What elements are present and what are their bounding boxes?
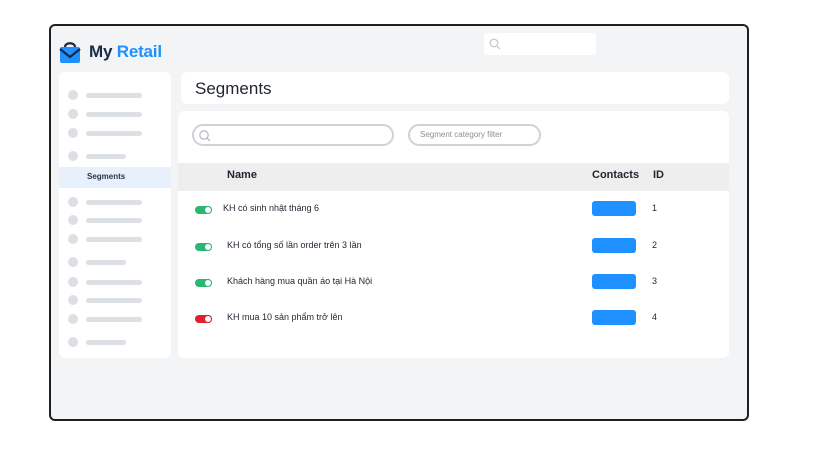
segment-name: KH mua 10 sản phẩm trở lên [227, 312, 343, 322]
sidebar-item-placeholder [86, 340, 126, 345]
contacts-count-bar [592, 310, 636, 325]
table-row[interactable]: KH có tổng số lần order trên 3 lần 2 [178, 236, 729, 258]
sidebar-item-icon [68, 337, 78, 347]
contacts-count-bar [592, 201, 636, 216]
segment-search-input[interactable] [192, 124, 394, 146]
status-toggle[interactable] [195, 206, 212, 214]
status-toggle[interactable] [195, 243, 212, 251]
sidebar-item-icon [68, 109, 78, 119]
sidebar-item-icon [68, 277, 78, 287]
table-row[interactable]: Khách hàng mua quần áo tại Hà Nội 3 [178, 272, 729, 294]
segment-name: Khách hàng mua quần áo tại Hà Nội [227, 276, 373, 286]
toggle-knob [204, 279, 212, 287]
sidebar-item[interactable] [59, 252, 171, 272]
sidebar-item-segments[interactable]: Segments [59, 167, 171, 188]
page-title: Segments [195, 79, 272, 98]
segment-id: 1 [652, 203, 658, 213]
sidebar-item-icon [68, 197, 78, 207]
sidebar-item-placeholder [86, 218, 142, 223]
filter-placeholder: Segment category filter [420, 130, 503, 139]
table-row[interactable]: KH mua 10 sản phẩm trở lên 4 [178, 308, 729, 330]
sidebar-item-icon [68, 234, 78, 244]
segment-id: 4 [652, 312, 658, 322]
toggle-knob [204, 315, 212, 323]
brand-retail: Retail [116, 42, 162, 61]
search-icon [199, 130, 211, 142]
sidebar-item-label: Segments [87, 172, 126, 181]
segment-id: 3 [652, 276, 658, 286]
sidebar-item[interactable] [59, 123, 171, 143]
sidebar-item-placeholder [86, 200, 142, 205]
toggle-knob [204, 243, 212, 251]
page-header: Segments [181, 72, 729, 104]
column-header-id[interactable]: ID [653, 169, 664, 181]
sidebar-item-placeholder [86, 112, 142, 117]
global-search-input[interactable] [484, 33, 596, 55]
sidebar-item-icon [68, 90, 78, 100]
sidebar-item[interactable] [59, 290, 171, 310]
table-row[interactable]: KH có sinh nhật tháng 6 1 [178, 199, 729, 221]
toggle-knob [204, 206, 212, 214]
segment-id: 2 [652, 240, 658, 250]
sidebar-item[interactable] [59, 192, 171, 212]
sidebar-item-placeholder [86, 260, 126, 265]
app-name: My Retail [89, 42, 162, 62]
segment-name: KH có sinh nhật tháng 6 [223, 203, 320, 213]
sidebar-item-icon [68, 128, 78, 138]
table-header: Name Contacts ID [178, 163, 729, 191]
sidebar-item-placeholder [86, 237, 142, 242]
segment-category-filter[interactable]: Segment category filter [408, 124, 541, 146]
shopping-bag-icon [59, 42, 81, 63]
sidebar-item[interactable] [59, 85, 171, 105]
status-toggle[interactable] [195, 279, 212, 287]
column-header-contacts[interactable]: Contacts [592, 169, 639, 181]
sidebar-item[interactable] [59, 229, 171, 249]
sidebar-item[interactable] [59, 272, 171, 292]
sidebar-item-icon [68, 257, 78, 267]
sidebar-item-placeholder [86, 154, 126, 159]
status-toggle[interactable] [195, 315, 212, 323]
sidebar-item-icon [68, 295, 78, 305]
sidebar-item[interactable] [59, 309, 171, 329]
sidebar-item-icon [68, 215, 78, 225]
app-logo[interactable]: My Retail [59, 40, 162, 64]
sidebar-item-placeholder [86, 93, 142, 98]
sidebar-item-icon [68, 314, 78, 324]
column-header-name[interactable]: Name [227, 169, 257, 181]
brand-my: My [89, 42, 113, 61]
sidebar-item[interactable] [59, 146, 171, 166]
sidebar-item[interactable] [59, 104, 171, 124]
sidebar-item-placeholder [86, 317, 142, 322]
sidebar: Segments [59, 72, 171, 358]
sidebar-item-placeholder [86, 298, 142, 303]
search-icon [489, 38, 501, 50]
sidebar-item-placeholder [86, 280, 142, 285]
contacts-count-bar [592, 274, 636, 289]
sidebar-item[interactable] [59, 332, 171, 352]
sidebar-item-icon [68, 151, 78, 161]
segment-name: KH có tổng số lần order trên 3 lần [227, 240, 362, 250]
contacts-count-bar [592, 238, 636, 253]
sidebar-item[interactable] [59, 210, 171, 230]
sidebar-item-placeholder [86, 131, 142, 136]
